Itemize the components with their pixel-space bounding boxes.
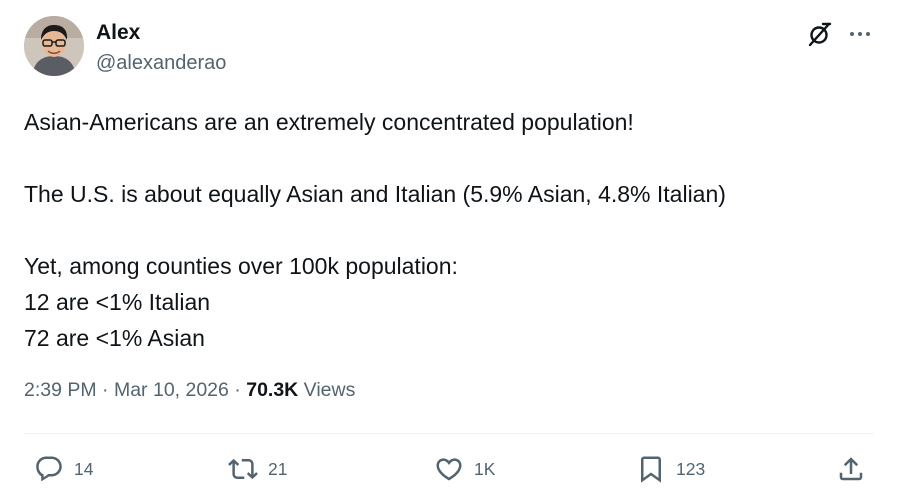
author-handle[interactable]: @alexanderao <box>96 52 226 75</box>
reply-count: 14 <box>74 458 94 479</box>
reply-icon <box>36 456 62 482</box>
grok-icon[interactable] <box>806 20 834 48</box>
meta-separator: · <box>96 379 114 401</box>
user-avatar-icon <box>24 16 84 76</box>
bookmark-button[interactable]: 123 <box>636 452 705 486</box>
views-label[interactable]: Views <box>298 379 356 401</box>
share-button[interactable] <box>836 452 866 486</box>
meta-separator: · <box>228 379 247 401</box>
divider <box>24 433 874 434</box>
author-name[interactable]: Alex <box>96 21 140 45</box>
tweet-line: The U.S. is about equally Asian and Ital… <box>24 181 726 207</box>
tweet-text: Asian-Americans are an extremely concent… <box>24 104 874 356</box>
retweet-button[interactable]: 21 <box>228 452 287 486</box>
tweet-time[interactable]: 2:39 PM <box>24 379 97 401</box>
more-horizontal-icon[interactable] <box>846 20 874 48</box>
retweet-count: 21 <box>268 458 288 479</box>
tweet-line: 72 are <1% Asian <box>24 325 205 351</box>
heart-icon <box>436 458 462 481</box>
tweet-date[interactable]: Mar 10, 2026 <box>114 379 229 401</box>
bookmark-count: 123 <box>676 458 706 479</box>
views-count[interactable]: 70.3K <box>246 379 298 401</box>
avatar[interactable] <box>24 16 84 76</box>
like-button[interactable]: 1K <box>434 452 495 486</box>
reply-button[interactable]: 14 <box>34 452 93 486</box>
tweet-line: 12 are <1% Italian <box>24 289 211 315</box>
like-count: 1K <box>474 458 496 479</box>
tweet-meta: 2:39 PM · Mar 10, 2026 · 70.3K Views <box>24 379 355 402</box>
bookmark-icon <box>641 456 661 483</box>
retweet-icon <box>228 458 258 480</box>
tweet-line: Asian-Americans are an extremely concent… <box>24 109 634 135</box>
tweet-line: Yet, among counties over 100k population… <box>24 253 458 279</box>
share-icon <box>839 457 863 481</box>
